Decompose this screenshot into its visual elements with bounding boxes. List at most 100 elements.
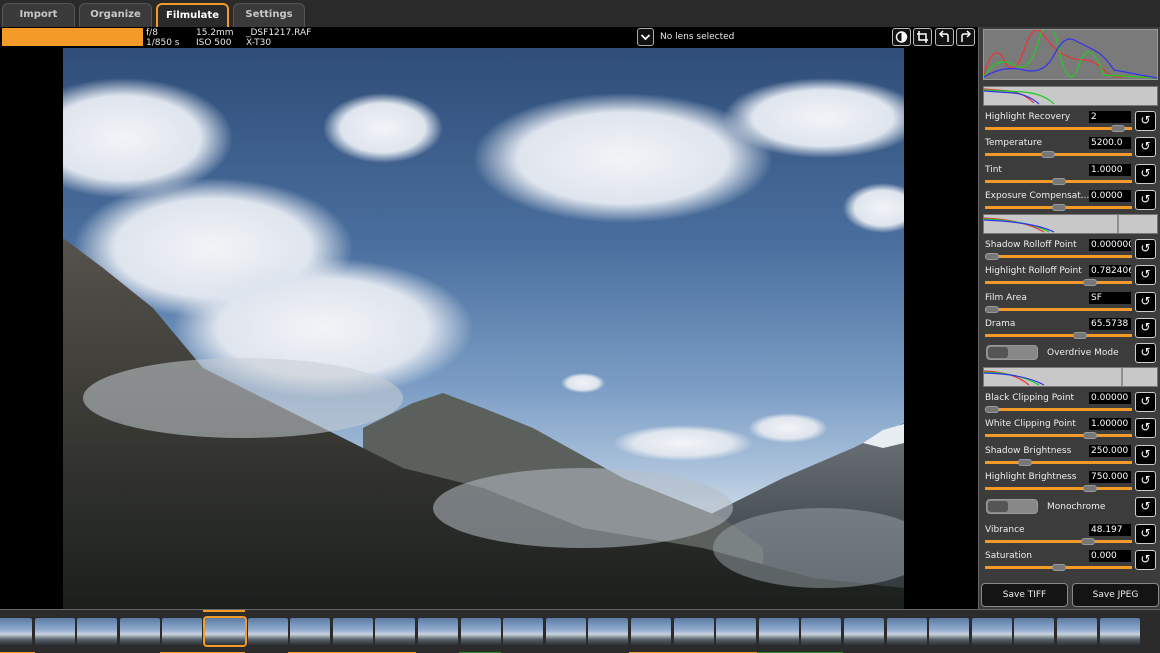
tab-filmulate[interactable]: Filmulate	[156, 3, 229, 27]
vibrance-input[interactable]: 48.197	[1089, 524, 1131, 536]
slider-handle[interactable]	[985, 305, 999, 313]
monochrome-reset-button[interactable]: ↺	[1135, 497, 1156, 517]
white-clipping-point-input[interactable]: 1.00000	[1089, 418, 1131, 431]
filmstrip-thumbnail[interactable]	[1099, 618, 1140, 645]
tab-settings[interactable]: Settings	[233, 3, 305, 27]
white-clipping-point-slider[interactable]	[985, 432, 1132, 440]
shadow-rolloff-point-reset-button[interactable]: ↺	[1135, 239, 1156, 259]
compare-button[interactable]	[892, 28, 911, 46]
drama-input[interactable]: 65.5738	[1089, 317, 1131, 330]
saturation-input[interactable]: 0.000	[1089, 550, 1131, 563]
filmstrip-thumbnail[interactable]	[1014, 618, 1055, 645]
filmstrip-thumbnail[interactable]	[1057, 618, 1097, 645]
shadow-rolloff-point-input[interactable]: 0.000000	[1089, 239, 1131, 251]
rotate-right-button[interactable]	[956, 28, 975, 46]
filmstrip-thumbnail[interactable]	[631, 618, 671, 645]
film-area-reset-button[interactable]: ↺	[1135, 291, 1156, 312]
crop-button[interactable]	[913, 28, 932, 46]
tab-import[interactable]: Import	[2, 3, 75, 27]
highlight-rolloff-point-input[interactable]: 0.782406	[1089, 265, 1131, 278]
highlight-brightness-input[interactable]: 750.000	[1089, 470, 1131, 483]
slider-handle[interactable]	[1073, 331, 1087, 339]
filmstrip-thumbnail[interactable]	[247, 618, 288, 645]
shadow-brightness-reset-button[interactable]: ↺	[1135, 444, 1156, 465]
highlight-brightness-slider[interactable]	[985, 484, 1132, 492]
filmstrip-thumbnail[interactable]	[503, 618, 544, 645]
white-clipping-point-reset-button[interactable]: ↺	[1135, 418, 1156, 439]
black-clipping-point-slider[interactable]	[985, 406, 1132, 413]
highlight-rolloff-point-reset-button[interactable]: ↺	[1135, 265, 1156, 286]
filmstrip-thumbnail[interactable]	[290, 618, 331, 645]
filmstrip-thumbnail[interactable]	[77, 618, 118, 645]
filmstrip-thumbnail[interactable]	[162, 618, 203, 645]
temperature-slider[interactable]	[985, 151, 1132, 159]
filmstrip-thumbnail[interactable]	[332, 618, 373, 645]
filmstrip-thumbnail[interactable]	[119, 618, 160, 645]
tint-reset-button[interactable]: ↺	[1135, 163, 1156, 184]
saturation-reset-button[interactable]: ↺	[1135, 550, 1156, 571]
black-clipping-point-reset-button[interactable]: ↺	[1135, 392, 1156, 412]
drama-slider[interactable]	[985, 331, 1132, 339]
slider-handle[interactable]	[1052, 203, 1066, 211]
highlight-rolloff-point-slider[interactable]	[985, 279, 1132, 287]
filmstrip-thumbnail[interactable]	[971, 618, 1012, 645]
shadow-brightness-slider[interactable]	[985, 458, 1132, 466]
filmstrip-thumbnail[interactable]	[886, 618, 927, 645]
highlight-recovery-slider[interactable]	[985, 125, 1132, 132]
highlight-brightness-reset-button[interactable]: ↺	[1135, 470, 1156, 491]
tab-organize[interactable]: Organize	[79, 3, 152, 27]
save-jpeg-button[interactable]: Save JPEG	[1072, 583, 1159, 607]
highlight-recovery-input[interactable]: 2	[1089, 111, 1131, 123]
slider-handle[interactable]	[1081, 538, 1095, 545]
saturation-slider[interactable]	[985, 564, 1132, 572]
monochrome-toggle[interactable]	[986, 499, 1038, 514]
image-viewer[interactable]	[0, 48, 978, 609]
slider-handle[interactable]	[1111, 125, 1125, 132]
filmstrip-thumbnail[interactable]	[460, 618, 501, 645]
filmstrip-thumbnail[interactable]	[673, 618, 714, 645]
filmstrip-thumbnail[interactable]	[588, 618, 629, 645]
vibrance-slider[interactable]	[985, 538, 1132, 545]
filmstrip-thumbnail[interactable]	[716, 618, 757, 645]
slider-handle[interactable]	[985, 406, 999, 413]
exposure-compensat-slider[interactable]	[985, 203, 1132, 211]
film-area-input[interactable]: SF	[1089, 291, 1131, 304]
temperature-input[interactable]: 5200.0	[1089, 137, 1131, 150]
filmstrip-thumbnail[interactable]	[203, 616, 247, 647]
filmstrip-thumbnail[interactable]	[418, 618, 458, 645]
overdrive-reset-button[interactable]: ↺	[1135, 343, 1156, 363]
shadow-brightness-input[interactable]: 250.000	[1089, 444, 1131, 457]
filmstrip[interactable]	[0, 609, 1160, 653]
filmstrip-thumbnail[interactable]	[545, 618, 586, 645]
exposure-compensat-input[interactable]: 0.0000	[1089, 189, 1131, 202]
filmstrip-thumbnail[interactable]	[844, 618, 884, 645]
film-area-slider[interactable]	[985, 305, 1132, 313]
slider-handle[interactable]	[1052, 177, 1066, 185]
temperature-reset-button[interactable]: ↺	[1135, 137, 1156, 158]
tint-slider[interactable]	[985, 177, 1132, 185]
drama-reset-button[interactable]: ↺	[1135, 317, 1156, 338]
highlight-recovery-reset-button[interactable]: ↺	[1135, 111, 1156, 131]
filmstrip-thumbnail[interactable]	[929, 618, 970, 645]
filmstrip-thumbnail[interactable]	[758, 618, 799, 645]
slider-handle[interactable]	[1083, 484, 1097, 492]
filmstrip-thumbnail[interactable]	[34, 618, 75, 645]
vibrance-reset-button[interactable]: ↺	[1135, 524, 1156, 544]
slider-handle[interactable]	[1052, 564, 1066, 572]
slider-handle[interactable]	[1083, 279, 1097, 287]
overdrive-mode-toggle[interactable]	[986, 345, 1038, 360]
black-clipping-point-input[interactable]: 0.00000	[1089, 392, 1131, 404]
filmstrip-thumbnail[interactable]	[375, 618, 416, 645]
slider-handle[interactable]	[985, 253, 999, 260]
filmstrip-thumbnail[interactable]	[801, 618, 842, 645]
filmstrip-thumbnail[interactable]	[0, 618, 32, 645]
slider-handle[interactable]	[1083, 432, 1097, 440]
lens-dropdown-button[interactable]	[637, 28, 654, 46]
slider-handle[interactable]	[1018, 458, 1032, 466]
exposure-compensat-reset-button[interactable]: ↺	[1135, 189, 1156, 210]
slider-handle[interactable]	[1041, 151, 1055, 159]
save-tiff-button[interactable]: Save TIFF	[981, 583, 1068, 607]
rotate-left-button[interactable]	[935, 28, 954, 46]
tint-input[interactable]: 1.0000	[1089, 163, 1131, 176]
shadow-rolloff-point-slider[interactable]	[985, 253, 1132, 260]
